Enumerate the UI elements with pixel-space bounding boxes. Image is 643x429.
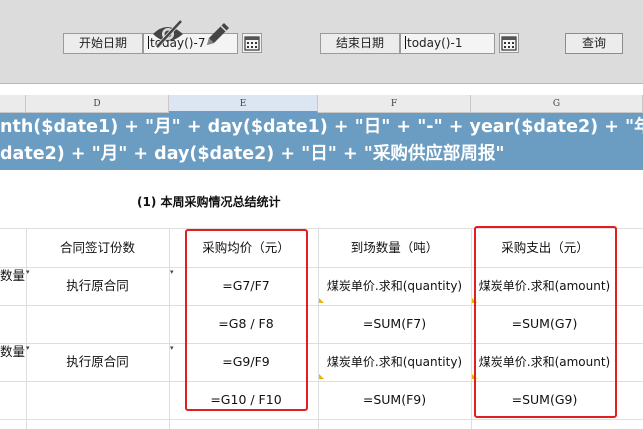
column-header-d[interactable]: D <box>26 95 169 113</box>
start-calendar-icon[interactable] <box>242 33 262 53</box>
spending-highlight-box <box>474 226 617 418</box>
cell-arrival-qty-4[interactable]: =SUM(F9) <box>318 389 471 411</box>
pencil-icon[interactable] <box>203 19 233 53</box>
header-contracts[interactable]: 合同签订份数 <box>26 237 169 259</box>
avg-price-highlight-box <box>185 229 308 411</box>
cell-contracts-4[interactable] <box>26 389 169 411</box>
end-date-input[interactable]: today()-1 <box>400 33 495 54</box>
grid-line <box>0 419 643 420</box>
title-formula-line-2: date2) + "月" + day($date2) + "日" + "采购供应… <box>0 144 505 164</box>
query-button[interactable]: 查询 <box>565 33 623 54</box>
column-header-f[interactable]: F <box>318 95 471 113</box>
column-header-g[interactable]: G <box>471 95 643 113</box>
header-arrival-qty[interactable]: 到场数量（吨） <box>318 237 471 259</box>
column-header-e[interactable]: E <box>169 95 318 113</box>
cell-arrival-qty-3[interactable]: 煤炭单价.求和(quantity) <box>318 351 471 373</box>
report-title-band[interactable]: nth($date1) + "月" + day($date1) + "日" + … <box>0 113 643 170</box>
cell-warning-marker <box>319 374 324 379</box>
row-stub-3[interactable]: 数量. <box>0 341 26 363</box>
end-date-label: 结束日期 <box>320 33 400 54</box>
cell-arrival-qty-2[interactable]: =SUM(F7) <box>318 313 471 335</box>
cell-warning-marker <box>319 298 324 303</box>
section-heading[interactable]: (1) 本周采购情况总结统计 <box>137 193 281 210</box>
column-header-stub <box>0 95 26 113</box>
end-calendar-icon[interactable] <box>499 33 519 53</box>
grid-line <box>471 228 472 429</box>
column-header-row: D E F G <box>0 95 643 113</box>
start-date-label: 开始日期 <box>63 33 143 54</box>
end-date-value: today()-1 <box>407 36 463 50</box>
title-formula-line-1: nth($date1) + "月" + day($date1) + "日" + … <box>0 117 643 137</box>
eye-slash-icon[interactable] <box>150 17 188 53</box>
expand-marker: ▾ <box>170 268 174 276</box>
cell-contracts-3[interactable]: 执行原合同 <box>26 351 169 373</box>
expand-marker: ▾ <box>170 344 174 352</box>
cell-contracts-1[interactable]: 执行原合同 <box>26 275 169 297</box>
row-stub-1[interactable]: 数量. <box>0 265 26 287</box>
grid-line <box>169 228 170 429</box>
cell-contracts-2[interactable] <box>26 313 169 335</box>
cell-arrival-qty-1[interactable]: 煤炭单价.求和(quantity) <box>318 275 471 297</box>
parameter-toolbar: 开始日期 today()-7 结束日期 today()-1 查询 <box>0 0 643 84</box>
